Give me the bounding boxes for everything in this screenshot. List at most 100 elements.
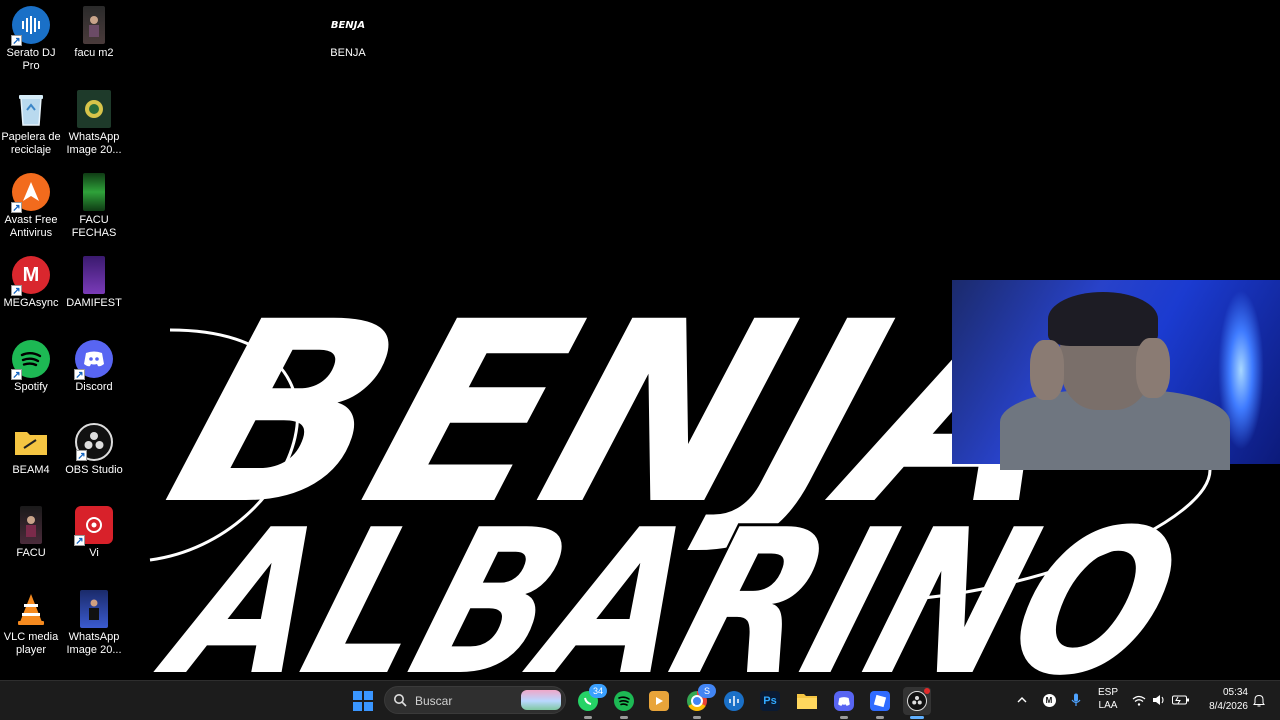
recording-dot-icon — [924, 688, 930, 694]
shortcut-arrow-icon: ↗ — [11, 35, 22, 47]
desktop-icon-serato[interactable]: ↗ Serato DJ Pro — [0, 2, 63, 73]
whatsapp-badge: 34 — [589, 684, 607, 698]
folder-icon — [797, 694, 817, 709]
photo-thumb-icon — [83, 6, 105, 44]
spotify-icon: ↗ — [11, 340, 50, 381]
shortcut-arrow-icon: ↗ — [11, 202, 22, 214]
notification-bell-icon[interactable] — [1250, 680, 1268, 720]
desktop-icon-spotify[interactable]: ↗ Spotify — [0, 336, 63, 394]
desktop-icon-label: MEGAsync — [3, 297, 59, 309]
search-highlight-icon — [521, 690, 561, 710]
media-player-icon — [649, 691, 669, 711]
start-button[interactable] — [349, 687, 377, 715]
running-indicator — [584, 716, 592, 719]
taskbar-search[interactable]: Buscar — [384, 686, 566, 714]
desktop-icon-discord[interactable]: ↗ Discord — [62, 336, 126, 394]
running-indicator — [910, 716, 924, 719]
serato-icon: ↗ — [11, 6, 50, 47]
desktop-icon-facu-fechas[interactable]: FACU FECHAS — [62, 169, 126, 240]
desktop-icon-benja[interactable]: BENJA BENJA — [316, 2, 380, 60]
desktop-icon-label: Avast Free Antivirus — [4, 214, 58, 239]
tray-volume-icon[interactable] — [1150, 680, 1168, 720]
desktop-icon-label: Discord — [75, 381, 113, 393]
desktop-icon-label: WhatsApp Image 20... — [66, 131, 122, 156]
image-thumb-icon — [83, 173, 105, 211]
tray-mega-icon[interactable]: M — [1040, 680, 1058, 720]
tray-battery-icon[interactable] — [1171, 680, 1191, 720]
taskbar-chrome[interactable]: S — [683, 684, 716, 719]
taskbar-media-player[interactable] — [645, 687, 673, 715]
desktop-icon-whatsapp-image-2[interactable]: WhatsApp Image 20... — [62, 586, 126, 657]
tray-overflow-chevron-icon[interactable] — [1012, 680, 1032, 720]
clock-date: 8/4/2026 — [1209, 701, 1248, 712]
shortcut-arrow-icon: ↗ — [11, 369, 22, 381]
desktop-icon-megasync[interactable]: M ↗ MEGAsync — [0, 252, 63, 310]
wallpaper-line2: ALBARINO — [137, 488, 1204, 680]
image-thumb-icon — [80, 590, 108, 628]
desktop-icon-label: Vi — [89, 547, 99, 559]
desktop-icon-facu-m2[interactable]: facu m2 — [62, 2, 126, 60]
desktop-icon-recycle-bin[interactable]: Papelera de reciclaje — [0, 86, 63, 157]
running-indicator — [840, 716, 848, 719]
webcam-person-hand-left — [1030, 340, 1064, 400]
roblox-icon — [870, 691, 890, 711]
taskbar-obs[interactable] — [903, 687, 931, 719]
desktop-icon-label: OBS Studio — [65, 464, 123, 476]
desktop-icon-damifest[interactable]: DAMIFEST — [62, 252, 126, 310]
desktop-icon-vi[interactable]: ↗ Vi — [62, 502, 126, 560]
taskbar-roblox[interactable] — [866, 687, 894, 719]
vlc-icon — [12, 590, 50, 628]
desktop-icon-label: FACU FECHAS — [71, 214, 117, 239]
shortcut-arrow-icon: ↗ — [74, 535, 85, 547]
mega-icon: M ↗ — [11, 256, 50, 297]
desktop[interactable]: BENJA ALBARINO ↗ Serato DJ Pro facu m2 B… — [0, 0, 1280, 680]
lang-layout: LAA — [1098, 700, 1118, 711]
desktop-icon-avast[interactable]: ↗ Avast Free Antivirus — [0, 169, 63, 240]
taskbar-serato[interactable] — [720, 687, 748, 715]
running-indicator — [876, 716, 884, 719]
desktop-icon-label: BEAM4 — [12, 464, 50, 476]
desktop-icon-vlc[interactable]: VLC media player — [0, 586, 63, 657]
desktop-icon-label: DAMIFEST — [66, 297, 122, 309]
obs-icon: ↗ — [75, 423, 113, 462]
taskbar-whatsapp[interactable]: 34 — [574, 684, 607, 719]
desktop-icon-label: Papelera de reciclaje — [1, 131, 61, 156]
spotify-icon — [614, 691, 634, 711]
tray-wifi-icon[interactable] — [1130, 680, 1148, 720]
taskbar-spotify[interactable] — [610, 687, 638, 719]
app-icon: ↗ — [74, 506, 113, 547]
taskbar-photoshop[interactable]: Ps — [756, 687, 784, 715]
image-thumb-icon — [20, 506, 42, 544]
discord-icon: ↗ — [74, 340, 113, 381]
discord-icon — [834, 691, 854, 711]
desktop-icon-label: Spotify — [14, 381, 48, 393]
running-indicator — [693, 716, 701, 719]
image-thumb-icon — [83, 256, 105, 294]
avast-icon: ↗ — [11, 173, 50, 214]
desktop-icon-obs[interactable]: ↗ OBS Studio — [62, 419, 126, 477]
desktop-icon-beam4[interactable]: BEAM4 — [0, 419, 63, 477]
running-indicator — [620, 716, 628, 719]
taskbar-discord[interactable] — [830, 687, 858, 719]
tray-clock[interactable]: 05:34 8/4/2026 — [1196, 686, 1248, 714]
tray-microphone-icon[interactable] — [1067, 680, 1085, 720]
shortcut-arrow-icon: ↗ — [76, 450, 87, 462]
obs-icon — [907, 691, 927, 711]
lang-code: ESP — [1097, 687, 1118, 698]
clock-time: 05:34 — [1222, 687, 1248, 698]
desktop-icon-label: BENJA — [330, 47, 366, 59]
desktop-icon-label: Serato DJ Pro — [6, 47, 56, 72]
benja-logo-icon: BENJA — [329, 6, 367, 44]
desktop-icon-facu[interactable]: FACU — [0, 502, 63, 560]
shortcut-arrow-icon: ↗ — [74, 369, 85, 381]
taskbar-file-explorer[interactable] — [793, 687, 821, 715]
webcam-person-hand-right — [1136, 338, 1170, 398]
recycle-bin-icon — [12, 90, 50, 128]
image-thumb-icon — [77, 90, 111, 128]
desktop-icon-label: facu m2 — [74, 47, 114, 59]
desktop-icon-whatsapp-image-1[interactable]: WhatsApp Image 20... — [62, 86, 126, 157]
photoshop-icon: Ps — [760, 691, 780, 711]
tray-language-indicator[interactable]: ESP LAA — [1094, 686, 1122, 712]
shortcut-arrow-icon: ↗ — [11, 285, 22, 297]
windows-logo-icon — [353, 691, 373, 711]
